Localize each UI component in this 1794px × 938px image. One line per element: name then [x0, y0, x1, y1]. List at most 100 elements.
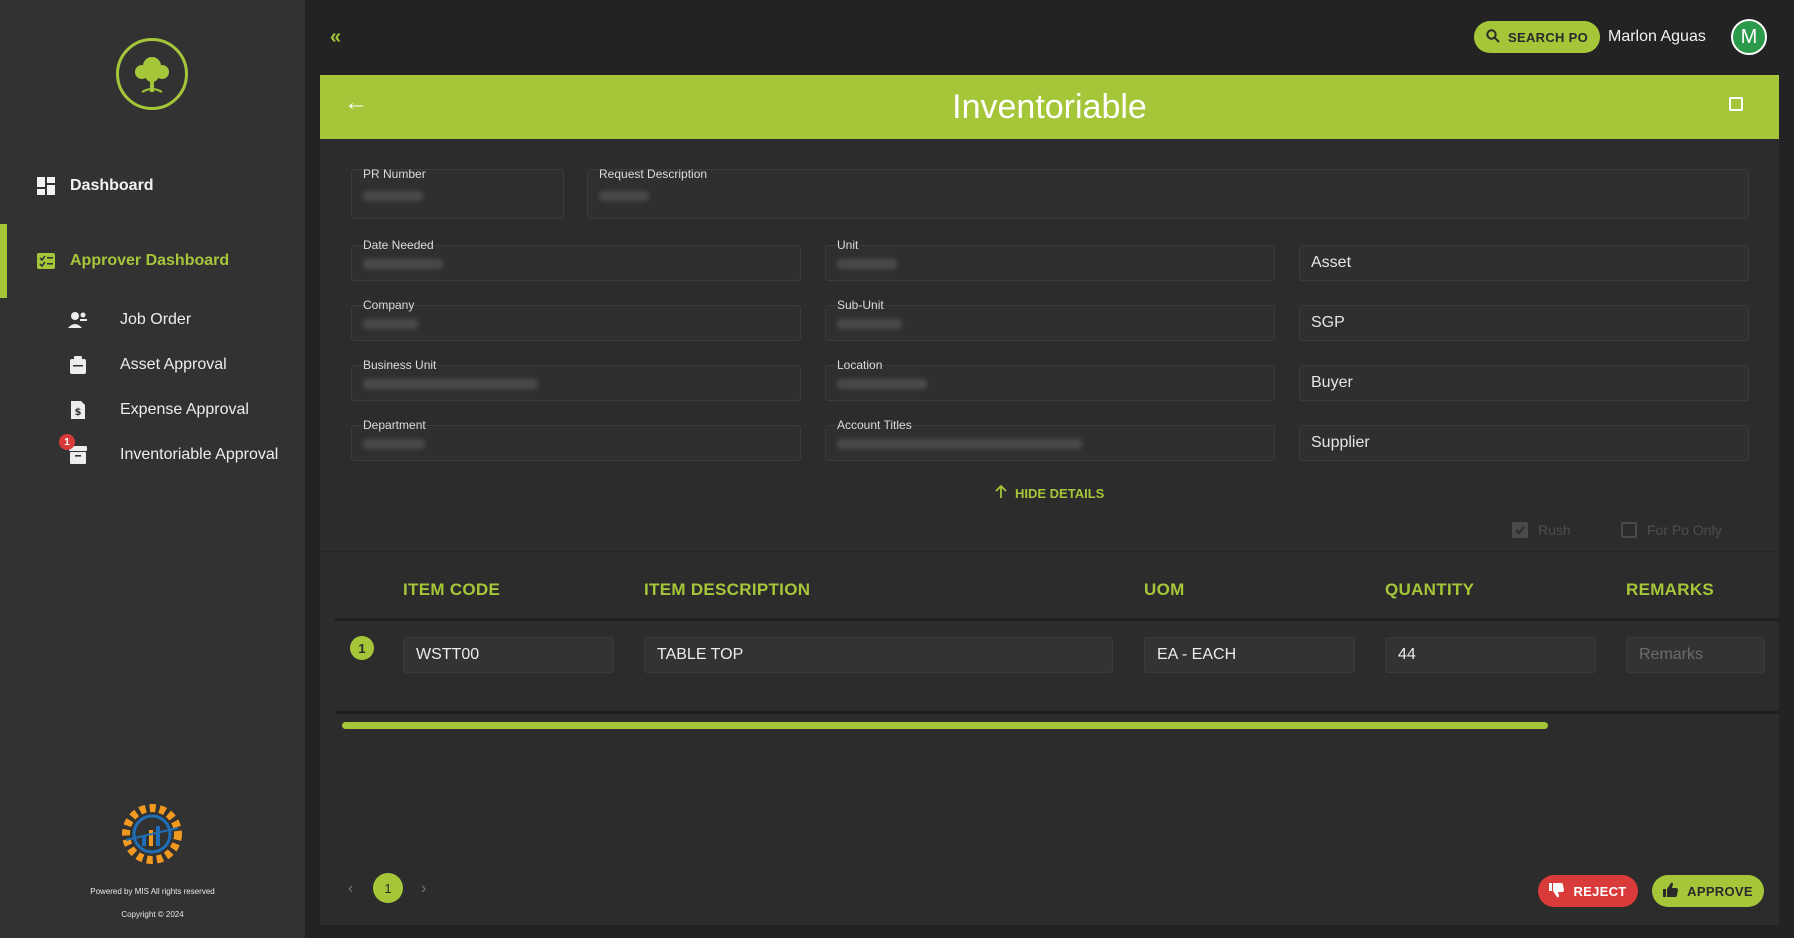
pr-number-field[interactable]: PR Number	[351, 167, 564, 219]
sidebar-item-job-order[interactable]: Job Order	[0, 305, 305, 335]
search-icon	[1486, 28, 1500, 46]
powered-by-text: Powered by MIS All rights reserved	[90, 887, 215, 896]
arrow-up-icon	[995, 484, 1007, 502]
divider	[320, 551, 1779, 552]
type-value: Asset	[1311, 254, 1352, 271]
prev-page-icon[interactable]: ‹	[348, 880, 353, 898]
sidebar: Dashboard Approver Dashboard Job Order A…	[0, 0, 305, 938]
item-description-input[interactable]: TABLE TOP	[644, 637, 1113, 673]
business-unit-value	[363, 379, 538, 389]
company-label: Company	[363, 298, 415, 312]
row-index-badge: 1	[350, 636, 374, 660]
date-needed-label: Date Needed	[363, 238, 434, 252]
avatar[interactable]: M	[1731, 19, 1767, 55]
for-po-only-label: For Po Only	[1647, 522, 1722, 538]
type-field[interactable]: Asset	[1299, 245, 1749, 295]
uom-input[interactable]: EA - EACH	[1144, 637, 1355, 673]
unit-label: Unit	[837, 238, 859, 252]
search-po-label: SEARCH PO	[1508, 29, 1588, 45]
sidebar-item-asset-approval-label: Asset Approval	[120, 356, 227, 373]
nav-approver-dashboard[interactable]: Approver Dashboard	[0, 224, 305, 298]
department-field[interactable]: Department	[351, 418, 801, 475]
sub-unit-field[interactable]: Sub-Unit	[825, 298, 1275, 355]
col-quantity: QUANTITY	[1385, 580, 1475, 599]
back-arrow-icon[interactable]: ←	[344, 89, 368, 117]
search-po-button[interactable]: SEARCH PO	[1474, 21, 1600, 53]
next-page-icon[interactable]: ›	[421, 880, 426, 898]
users-icon	[68, 309, 88, 331]
approve-button[interactable]: APPROVE	[1652, 875, 1764, 907]
location-field[interactable]: Location	[825, 358, 1275, 415]
business-unit-field[interactable]: Business Unit	[351, 358, 801, 415]
sidebar-item-inventoriable-approval[interactable]: 1 Inventoriable Approval	[0, 434, 305, 470]
remarks-input[interactable]: Remarks	[1626, 637, 1765, 673]
request-card: Inventoriable ← PR Number Request Descri…	[320, 75, 1779, 925]
unit-value	[837, 259, 897, 269]
notification-badge: 1	[59, 434, 75, 450]
sub-unit-label: Sub-Unit	[837, 298, 884, 312]
hide-details-button[interactable]: HIDE DETAILS	[995, 484, 1105, 502]
invoice-dollar-icon: $	[68, 399, 88, 421]
copyright-text: Copyright © 2024	[121, 910, 184, 919]
mis-logo-icon	[118, 800, 186, 868]
business-unit-label: Business Unit	[363, 358, 437, 372]
sub-unit-value	[837, 319, 902, 329]
briefcase-icon	[68, 354, 88, 376]
thumbs-down-icon	[1549, 882, 1565, 901]
user-name: Marlon Aguas	[1608, 28, 1706, 45]
sidebar-item-asset-approval[interactable]: Asset Approval	[0, 350, 305, 380]
nav-dashboard-label: Dashboard	[70, 177, 154, 194]
rush-label: Rush	[1538, 522, 1571, 538]
hide-details-label: HIDE DETAILS	[1015, 486, 1105, 501]
location-value	[837, 379, 927, 389]
col-item-code: ITEM CODE	[403, 580, 501, 599]
checklist-icon	[36, 251, 56, 271]
page-number-button[interactable]: 1	[373, 873, 403, 903]
supplier-field[interactable]: Supplier	[1299, 425, 1749, 475]
sgp-field[interactable]: SGP	[1299, 305, 1749, 355]
request-description-field[interactable]: Request Description	[587, 167, 1749, 219]
sidebar-item-expense-approval[interactable]: $ Expense Approval	[0, 395, 305, 425]
checkbox-unchecked-icon	[1621, 522, 1637, 538]
request-description-value	[599, 191, 649, 201]
quantity-input[interactable]: 44	[1385, 637, 1596, 673]
col-item-description: ITEM DESCRIPTION	[644, 580, 811, 599]
department-label: Department	[363, 418, 426, 432]
nav-approver-dashboard-label: Approver Dashboard	[70, 252, 230, 269]
reject-button[interactable]: REJECT	[1538, 875, 1638, 907]
item-code-input[interactable]: WSTT00	[403, 637, 614, 673]
date-needed-field[interactable]: Date Needed	[351, 238, 801, 295]
account-titles-field[interactable]: Account Titles	[825, 418, 1275, 475]
tree-logo-icon	[116, 38, 188, 110]
pr-number-label: PR Number	[363, 167, 426, 181]
account-titles-value	[837, 439, 1082, 449]
svg-text:$: $	[75, 407, 82, 418]
collapse-sidebar-button[interactable]: «	[330, 26, 341, 49]
table-header-divider	[335, 618, 1779, 621]
checkbox-checked-icon	[1512, 522, 1528, 538]
sgp-value: SGP	[1311, 314, 1345, 331]
department-value	[363, 439, 425, 449]
expand-icon[interactable]	[1729, 97, 1743, 111]
company-field[interactable]: Company	[351, 298, 801, 355]
col-uom: UOM	[1144, 580, 1185, 599]
pr-number-value	[363, 191, 423, 201]
buyer-field[interactable]: Buyer	[1299, 365, 1749, 415]
unit-field[interactable]: Unit	[825, 238, 1275, 295]
card-header: Inventoriable ←	[320, 75, 1779, 139]
horizontal-scrollbar[interactable]	[342, 722, 1548, 729]
sidebar-item-expense-approval-label: Expense Approval	[120, 401, 249, 418]
rush-checkbox[interactable]: Rush	[1512, 522, 1571, 538]
buyer-value: Buyer	[1311, 374, 1353, 391]
location-label: Location	[837, 358, 883, 372]
date-needed-value	[363, 259, 443, 269]
company-value	[363, 319, 418, 329]
active-indicator	[0, 224, 7, 298]
nav-dashboard[interactable]: Dashboard	[0, 172, 305, 200]
reject-label: REJECT	[1573, 883, 1627, 899]
account-titles-label: Account Titles	[837, 418, 912, 432]
thumbs-up-icon	[1663, 882, 1679, 901]
approve-label: APPROVE	[1687, 883, 1753, 899]
supplier-value: Supplier	[1311, 434, 1370, 451]
for-po-only-checkbox[interactable]: For Po Only	[1621, 522, 1722, 538]
